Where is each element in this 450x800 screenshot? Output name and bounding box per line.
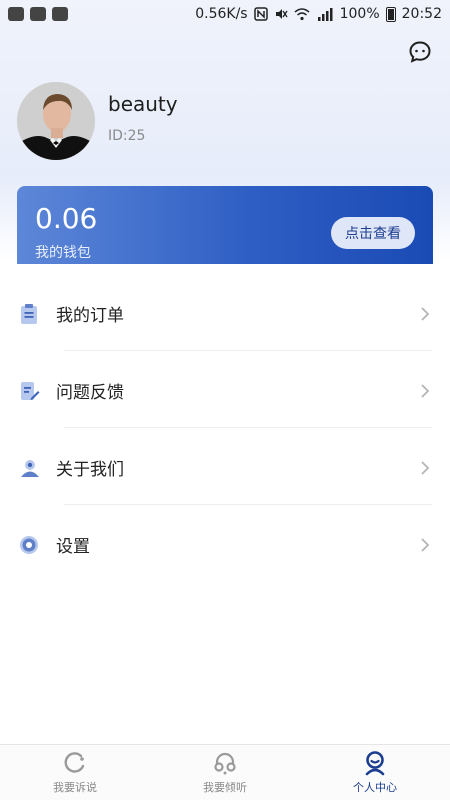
- chevron-right-icon: [421, 537, 430, 552]
- tab-talk[interactable]: 我要诉说: [0, 745, 150, 800]
- network-speed: 0.56K/s: [195, 6, 248, 22]
- wallet-label: 我的钱包: [35, 245, 91, 261]
- menu-item-settings[interactable]: 设置: [0, 506, 450, 583]
- chevron-right-icon: [421, 383, 430, 398]
- talk-icon: [64, 752, 85, 773]
- view-wallet-button[interactable]: 点击查看: [331, 217, 415, 249]
- profile-screen: 0.56K/s 100% 20:52 beauty ID:25 0.06 我的钱…: [0, 0, 450, 800]
- wallet-card[interactable]: 0.06 我的钱包 点击查看: [17, 186, 433, 276]
- avatar-image: [17, 82, 95, 160]
- clock: 20:52: [401, 6, 442, 22]
- menu-item-orders[interactable]: 我的订单: [0, 275, 450, 352]
- gallery-icon: [8, 7, 24, 21]
- status-notification-icons: [8, 7, 68, 21]
- app-icon: [30, 7, 46, 21]
- menu-item-label: 设置: [56, 537, 90, 557]
- wallet-amount: 0.06: [35, 202, 98, 235]
- tab-listen[interactable]: 我要倾听: [150, 745, 300, 800]
- menu-item-label: 问题反馈: [56, 383, 124, 403]
- status-bar: 0.56K/s 100% 20:52: [0, 0, 450, 28]
- menu-divider: [64, 350, 432, 351]
- headphones-icon: [214, 752, 236, 775]
- battery-icon: [385, 6, 396, 22]
- status-system-info: 0.56K/s 100% 20:52: [195, 6, 442, 22]
- menu-item-label: 我的订单: [56, 306, 124, 326]
- username: beauty: [108, 92, 178, 116]
- battery-percent: 100%: [339, 6, 380, 22]
- profile-icon: [365, 751, 385, 776]
- menu-item-label: 关于我们: [56, 460, 124, 480]
- feedback-icon: [21, 381, 40, 400]
- chat-icon[interactable]: [408, 40, 432, 64]
- tab-profile[interactable]: 个人中心: [300, 745, 450, 800]
- menu-panel: 我的订单 问题反馈 关于我们 设置: [0, 264, 450, 744]
- menu-item-feedback[interactable]: 问题反馈: [0, 352, 450, 429]
- chevron-right-icon: [421, 306, 430, 321]
- clipboard-icon: [21, 303, 37, 324]
- signal-icon: [317, 8, 333, 21]
- about-icon: [21, 459, 39, 477]
- mute-icon: [275, 9, 288, 19]
- user-id: ID:25: [108, 128, 146, 144]
- tab-label: 个人中心: [353, 781, 397, 794]
- tab-label: 我要倾听: [203, 781, 247, 794]
- menu-item-about[interactable]: 关于我们: [0, 429, 450, 506]
- settings-icon: [20, 535, 38, 554]
- menu-divider: [64, 504, 432, 505]
- bottom-navigation: 我要诉说 我要倾听 个人中心: [0, 744, 450, 800]
- wifi-icon: [294, 8, 310, 21]
- tab-label: 我要诉说: [53, 781, 97, 794]
- menu-divider: [64, 427, 432, 428]
- activity-icon: [52, 7, 68, 21]
- avatar[interactable]: [17, 82, 95, 160]
- nfc-icon: [253, 7, 268, 21]
- chevron-right-icon: [421, 460, 430, 475]
